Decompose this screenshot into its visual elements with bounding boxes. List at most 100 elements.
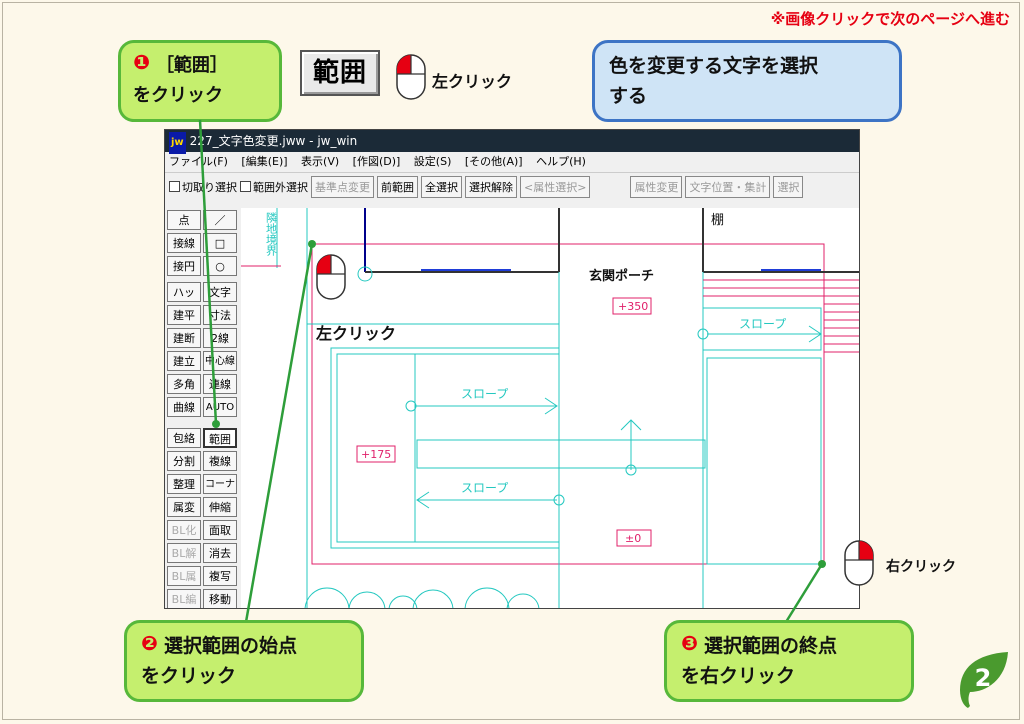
checkbox-icon [240, 181, 251, 192]
red-outline [311, 243, 825, 565]
tool-circle[interactable]: ○ [203, 256, 237, 276]
attr-select-button[interactable]: <属性選択> [520, 176, 591, 198]
step1-line2: をクリック [133, 85, 223, 106]
tool-continuous-line[interactable]: 連線 [203, 374, 237, 394]
right-click-label: 右クリック [886, 559, 956, 575]
boundary-label: 隣地境界 [265, 211, 278, 257]
tool-chamfer[interactable]: 面取 [203, 520, 237, 540]
tool-rectangle[interactable]: □ [203, 233, 237, 253]
menu-view[interactable]: 表示(V) [301, 155, 339, 168]
window-title: 227_文字色変更.jww - jw_win [189, 134, 358, 148]
tool-polygon[interactable]: 多角形 [167, 374, 201, 411]
range-button-enlarged[interactable]: 範囲 [300, 50, 380, 96]
menu-edit[interactable]: [編集(E)] [241, 155, 287, 168]
right-area [706, 357, 822, 565]
info-callout: 色を変更する文字を選択 する [592, 40, 902, 122]
tool-parallel[interactable]: 複線 [203, 451, 237, 471]
menu-bar: ファイル(F) [編集(E)] 表示(V) [作図(D)] 設定(S) [その他… [165, 152, 859, 172]
tool-hatch[interactable]: ハッチ [167, 282, 201, 319]
mouse-left-click-icon [396, 54, 426, 100]
tool-range[interactable]: 範囲 [203, 428, 237, 448]
page-number-badge: 2 [956, 650, 1012, 710]
step3-line2: を右クリック [681, 665, 796, 687]
tool-erase[interactable]: 消去 [203, 543, 237, 563]
range-toolbar: 切取り選択 範囲外選択 基準点変更 前範囲 全選択 選択解除 <属性選択> 属性… [165, 172, 859, 201]
tool-bl-edit[interactable]: BL編 [167, 589, 201, 608]
tool-bl-make[interactable]: BL化 [167, 520, 201, 540]
tool-envelope[interactable]: 包絡 [167, 428, 201, 448]
prev-range-button[interactable]: 前範囲 [377, 176, 418, 198]
jw-window: jw 227_文字色変更.jww - jw_win ファイル(F) [編集(E)]… [164, 129, 860, 609]
plant-circles [304, 587, 540, 608]
step1-number: ❶ [133, 50, 150, 74]
entrance-label: 玄関ポーチ [589, 268, 654, 284]
checkbox-icon [169, 181, 180, 192]
tool-elevation[interactable]: 建立 [167, 351, 201, 371]
level-175-label: +175 [361, 448, 391, 461]
left-click-label-canvas: 左クリック [316, 324, 397, 343]
step2-line2: をクリック [141, 665, 237, 687]
tool-tangent[interactable]: 接線 [167, 233, 201, 253]
slope3-label: スロープ [739, 317, 786, 331]
text-position-button[interactable]: 文字位置・集計 [685, 176, 771, 198]
select-cut-button[interactable]: 選択 [773, 176, 804, 198]
tool-bl-attr[interactable]: BL属 [167, 566, 201, 586]
tool-move[interactable]: 移動 [203, 589, 237, 608]
info-line1: 色を変更する文字を選択 [609, 55, 819, 77]
tool-center-line[interactable]: 中心線 [203, 351, 237, 371]
menu-other[interactable]: [その他(A)] [465, 155, 523, 168]
shelf-label: 棚 [711, 213, 724, 228]
mouse-left-click-icon-canvas [316, 254, 346, 300]
tool-organize[interactable]: 整理 [167, 474, 201, 494]
info-line2: する [609, 85, 648, 107]
tool-point[interactable]: 点 [167, 210, 201, 230]
menu-file[interactable]: ファイル(F) [169, 155, 228, 168]
step1-line1: ［範囲］ [155, 55, 228, 76]
cut-select-checkbox[interactable]: 切取り選択 [169, 179, 237, 195]
level-350-label: +350 [618, 300, 648, 313]
left-click-label-top: 左クリック [432, 72, 513, 91]
tool-dimension[interactable]: 寸法 [203, 305, 237, 325]
step3-line1: 選択範囲の終点 [703, 635, 837, 657]
tool-auto[interactable]: AUTO [203, 397, 237, 417]
next-page-notice[interactable]: ※画像クリックで次のページへ進む [771, 8, 1010, 29]
step-rect [416, 439, 706, 469]
slope1-label: スロープ [461, 387, 508, 401]
tool-stretch[interactable]: 伸縮 [203, 497, 237, 517]
attr-change-button[interactable]: 属性変更 [630, 176, 683, 198]
tool-double-line[interactable]: 2線 [203, 328, 237, 348]
tool-attr-change[interactable]: 属変 [167, 497, 201, 517]
out-of-range-checkbox[interactable]: 範囲外選択 [240, 179, 308, 195]
out-of-range-label: 範囲外選択 [253, 181, 308, 194]
tool-bl-break[interactable]: BL解 [167, 543, 201, 563]
tool-curve[interactable]: 曲線 [167, 397, 201, 417]
tool-copy[interactable]: 複写 [203, 566, 237, 586]
cut-select-label: 切取り選択 [182, 181, 237, 194]
jw-logo-icon: jw [169, 132, 186, 154]
step2-callout: ❷ 選択範囲の始点 をクリック [124, 620, 364, 702]
tool-section[interactable]: 建断 [167, 328, 201, 348]
menu-help[interactable]: ヘルプ(H) [536, 155, 586, 168]
window-titlebar: jw 227_文字色変更.jww - jw_win [165, 130, 859, 154]
level-0-label: ±0 [625, 532, 641, 545]
step3-number: ❸ [681, 631, 698, 655]
tool-line[interactable]: ／ [203, 210, 237, 230]
tool-tangent-circle[interactable]: 接円 [167, 256, 201, 276]
right-stairs [703, 279, 859, 353]
step2-line1: 選択範囲の始点 [163, 635, 297, 657]
tool-corner[interactable]: コーナー [203, 474, 237, 510]
menu-draw[interactable]: [作図(D)] [353, 155, 401, 168]
mouse-right-click-icon [844, 540, 874, 586]
tool-text[interactable]: 文字 [203, 282, 237, 302]
base-point-button[interactable]: 基準点変更 [311, 176, 374, 198]
step3-callout: ❸ 選択範囲の終点 を右クリック [664, 620, 914, 702]
tool-plan[interactable]: 建平 [167, 305, 201, 325]
slope2-label: スロープ [461, 481, 508, 495]
tool-divide[interactable]: 分割 [167, 451, 201, 471]
menu-settings[interactable]: 設定(S) [414, 155, 452, 168]
deselect-button[interactable]: 選択解除 [465, 176, 517, 198]
step2-number: ❷ [141, 631, 158, 655]
page-number: 2 [974, 664, 992, 692]
step1-callout: ❶ ［範囲］ をクリック [118, 40, 282, 122]
select-all-button[interactable]: 全選択 [421, 176, 462, 198]
